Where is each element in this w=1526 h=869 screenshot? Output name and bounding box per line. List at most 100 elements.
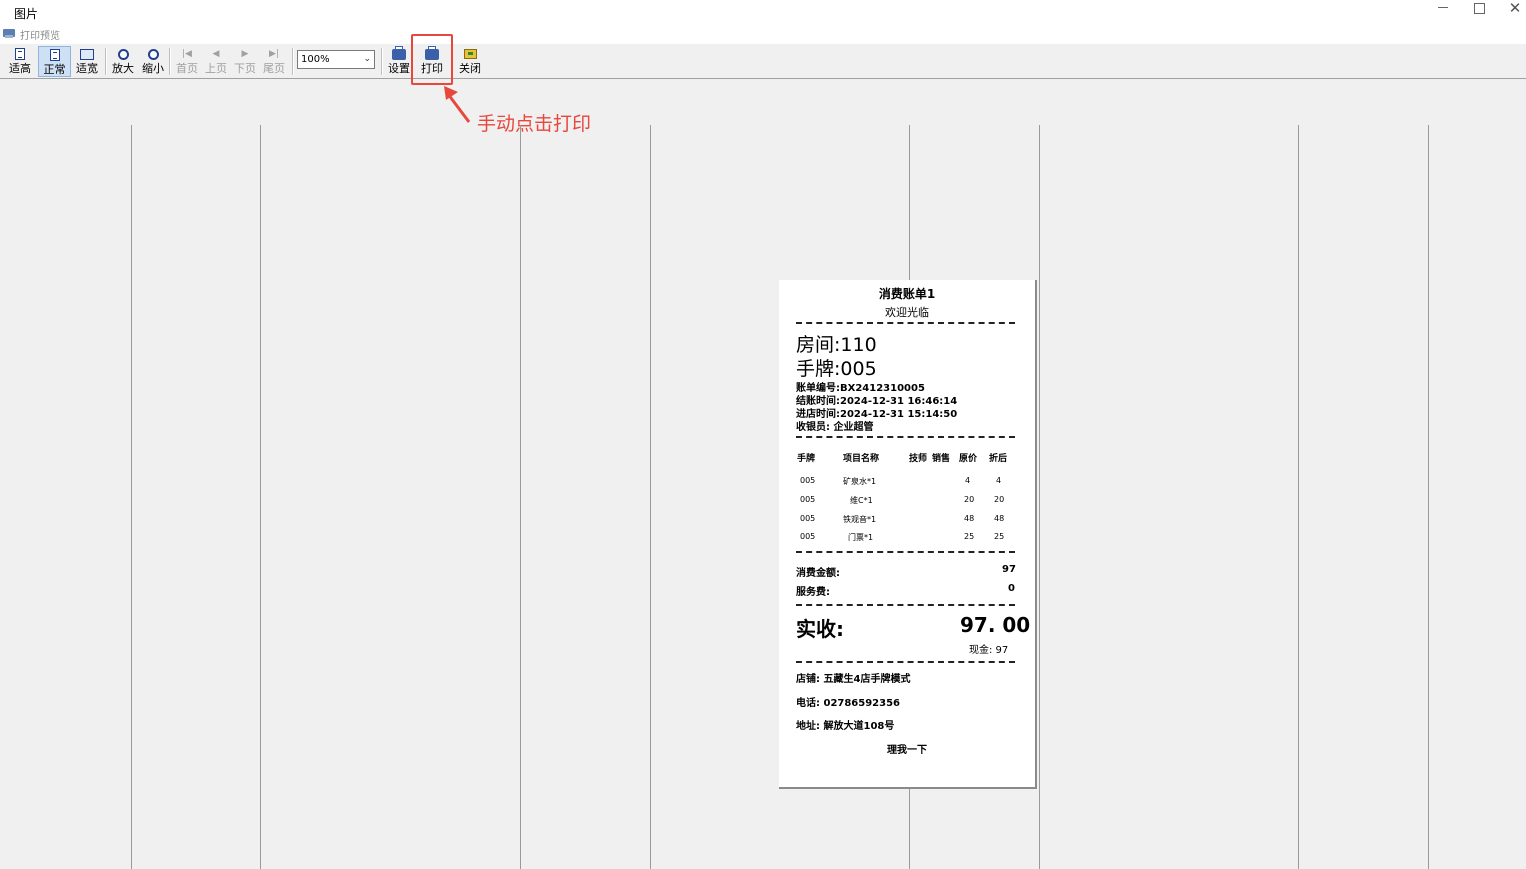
fit-width-icon [80, 47, 94, 61]
prev-page-button[interactable]: ◀ 上页 [201, 46, 231, 77]
zoom-level-value: 100% [301, 54, 330, 65]
zoom-out-button[interactable]: 缩小 [138, 46, 168, 77]
annotation-arrow-icon [444, 86, 471, 123]
consume-label: 消费金额: [796, 568, 840, 579]
settings-button[interactable]: 设置 [384, 45, 414, 77]
fit-height-icon [13, 47, 27, 61]
preview-subtitle-bar: 打印预览 [0, 26, 1526, 44]
item-name: 门票*1 [848, 533, 874, 542]
divider [796, 661, 1015, 663]
next-page-icon: ▶ [241, 49, 249, 59]
receipt-title: 消费账单1 [878, 287, 936, 301]
tag-number: 手牌:005 [796, 358, 877, 380]
item-discounted: 25 [994, 532, 1005, 541]
receipt-welcome: 欢迎光临 [885, 306, 929, 319]
column-header-price: 原价 [959, 454, 978, 464]
title-bar: 图片 ✕ [0, 0, 1526, 26]
page-guide-line [131, 125, 132, 869]
receipt-preview-page: 消费账单1 欢迎光临 房间:110 手牌:005 账单编号:BX24123100… [779, 280, 1037, 789]
divider [796, 436, 1015, 438]
exit-folder-icon [463, 47, 477, 61]
close-icon: ✕ [1508, 0, 1522, 17]
prev-page-icon: ◀ [212, 49, 220, 59]
divider [796, 551, 1015, 553]
consume-value: 97 [1002, 564, 1016, 575]
preview-subtitle: 打印预览 [20, 31, 60, 42]
normal-size-button[interactable]: 正常 [38, 46, 71, 77]
divider [796, 322, 1015, 324]
toolbar-divider [381, 48, 383, 75]
annotation-text: 手动点击打印 [477, 113, 592, 135]
room-number: 房间:110 [796, 334, 877, 356]
maximize-icon [1473, 2, 1485, 14]
item-name: 维C*1 [850, 496, 873, 505]
fit-width-label: 适宽 [76, 62, 98, 75]
close-preview-button[interactable]: 关闭 [455, 46, 485, 77]
column-header-discounted: 折后 [989, 454, 1008, 464]
toolbar-divider [292, 48, 294, 75]
item-price: 20 [964, 495, 975, 504]
shop-phone: 电话: 02786592356 [796, 698, 901, 709]
zoom-in-label: 放大 [112, 62, 134, 75]
zoom-level-select[interactable]: 100% ⌄ [297, 50, 375, 69]
maximize-button[interactable] [1461, 0, 1497, 22]
zoom-out-icon [146, 47, 160, 61]
normal-size-label: 正常 [43, 63, 66, 76]
column-header-sales: 销售 [932, 454, 951, 464]
next-page-button[interactable]: ▶ 下页 [230, 46, 260, 77]
shop-name: 店铺: 五藏生4店手牌模式 [796, 674, 911, 685]
fit-width-button[interactable]: 适宽 [72, 46, 102, 77]
page-guide-line [260, 125, 261, 869]
prev-page-label: 上页 [205, 62, 227, 75]
toolbar: 适高 正常 适宽 放大 缩小 |◀ 首页 ◀ 上页 ▶ 下页 ▶| 尾页 100… [0, 44, 1526, 79]
column-header-tag: 手牌 [797, 454, 816, 464]
item-name: 矿泉水*1 [843, 477, 877, 486]
received-label: 实收: [796, 617, 844, 641]
fit-height-button[interactable]: 适高 [5, 46, 35, 77]
cash-amount: 现金: 97 [969, 645, 1009, 656]
settings-label: 设置 [388, 62, 410, 75]
last-page-button[interactable]: ▶| 尾页 [259, 46, 289, 77]
next-page-label: 下页 [234, 62, 256, 75]
zoom-out-label: 缩小 [142, 62, 164, 75]
toolbar-divider [169, 48, 171, 75]
item-discounted: 48 [994, 514, 1005, 523]
close-preview-label: 关闭 [459, 62, 481, 75]
window-title: 图片 [14, 7, 39, 21]
service-label: 服务费: [796, 587, 830, 598]
item-tag: 005 [800, 532, 816, 541]
minimize-button[interactable] [1425, 0, 1461, 22]
item-tag: 005 [800, 495, 816, 504]
item-discounted: 4 [996, 476, 1002, 485]
item-discounted: 20 [994, 495, 1005, 504]
zoom-in-button[interactable]: 放大 [108, 46, 138, 77]
toolbar-divider [105, 48, 107, 75]
page-guide-line [1428, 125, 1429, 869]
page-guide-line [520, 125, 521, 869]
column-header-item: 项目名称 [843, 454, 880, 464]
fit-height-label: 适高 [9, 62, 31, 75]
first-page-icon: |◀ [182, 49, 192, 59]
column-header-tech: 技师 [909, 454, 928, 464]
printer-settings-icon [392, 45, 406, 61]
first-page-label: 首页 [176, 62, 198, 75]
item-tag: 005 [800, 514, 816, 523]
page-guide-line [650, 125, 651, 869]
page-guide-line [1298, 125, 1299, 869]
service-value: 0 [1008, 583, 1015, 594]
last-page-label: 尾页 [263, 62, 285, 75]
receipt-footer: 理我一下 [887, 745, 927, 756]
close-window-button[interactable]: ✕ [1497, 0, 1526, 22]
divider [796, 604, 1015, 606]
shop-address: 地址: 解放大道108号 [796, 721, 895, 732]
last-page-icon: ▶| [269, 49, 279, 59]
item-price: 48 [964, 514, 975, 523]
first-page-button[interactable]: |◀ 首页 [172, 46, 202, 77]
zoom-in-icon [116, 47, 130, 61]
received-value: 97. 00 [960, 613, 1031, 637]
chevron-down-icon: ⌄ [363, 54, 371, 64]
normal-size-icon [48, 48, 62, 62]
cashier: 收银员: 企业超管 [796, 422, 874, 433]
item-price: 25 [964, 532, 975, 541]
item-tag: 005 [800, 476, 816, 485]
